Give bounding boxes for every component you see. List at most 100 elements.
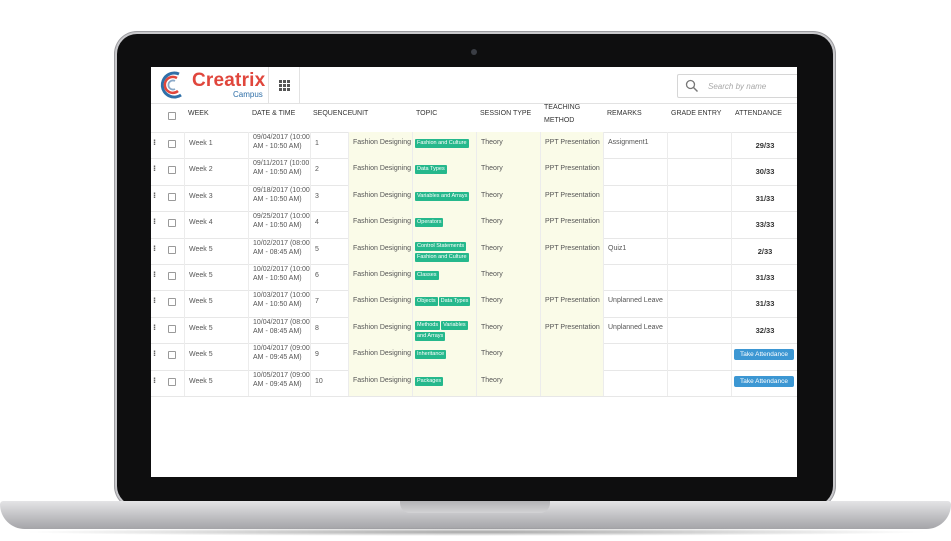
- table-row[interactable]: ⁝ Week 3 09/18/2017 (10:00 AM - 10:50 AM) 3 F…: [151, 184, 797, 213]
- table-row[interactable]: ⁝ Week 5 10/02/2017 (10:00 AM - 10:50 AM) 6 F…: [151, 264, 797, 292]
- session-type-value: Theory: [481, 297, 503, 305]
- unit-value: Fashion Designing: [353, 323, 411, 331]
- drag-handle-icon[interactable]: ⁝: [153, 191, 156, 200]
- header-session-type-label: SESSION TYPE: [480, 110, 532, 117]
- search-input[interactable]: [708, 78, 796, 94]
- header-grade-entry[interactable]: GRADE ENTRY: [667, 104, 731, 132]
- app-header: Creatrix Campus: [151, 67, 797, 104]
- topic-tag[interactable]: Data Types: [438, 297, 471, 307]
- drag-cell: ⁝: [151, 290, 165, 316]
- remarks-cell: Quiz1: [603, 237, 667, 264]
- topic-tag[interactable]: Variables and Arrays: [415, 191, 470, 201]
- attendance-count[interactable]: 30/33: [732, 167, 797, 176]
- header-sequence[interactable]: SEQUENCE: [310, 104, 352, 132]
- drag-handle-icon[interactable]: ⁝: [153, 270, 156, 279]
- week-cell: Week 5: [184, 316, 248, 344]
- row-checkbox[interactable]: [168, 324, 176, 333]
- header-topic-label: TOPIC: [416, 110, 438, 117]
- header-unit[interactable]: UNIT: [348, 104, 412, 132]
- topic-tag[interactable]: Objects: [415, 297, 438, 307]
- unit-value: Fashion Designing: [353, 218, 411, 226]
- date-time-line-2: AM - 08:45 AM): [253, 327, 302, 335]
- teaching-method-value: PPT Presentation: [545, 323, 600, 331]
- header-date-time[interactable]: DATE & TIME: [248, 104, 310, 132]
- unit-cell: Fashion Designing: [348, 158, 412, 185]
- search-icon[interactable]: [685, 79, 699, 93]
- row-checkbox[interactable]: [168, 272, 176, 280]
- row-checkbox[interactable]: [168, 192, 176, 201]
- topic-tag[interactable]: Variables: [441, 320, 468, 330]
- topic-tag[interactable]: Operators: [415, 218, 444, 228]
- unit-value: Fashion Designing: [353, 297, 411, 305]
- topic-tag[interactable]: Inheritance: [415, 350, 447, 360]
- header-attendance[interactable]: ATTENDANCE: [731, 104, 797, 132]
- attendance-count[interactable]: 2/33: [732, 247, 797, 256]
- table-row[interactable]: ⁝ Week 5 10/04/2017 (08:00 AM - 08:45 AM) 8 F…: [151, 316, 797, 345]
- date-cell: 10/04/2017 (09:00 AM - 09:45 AM): [248, 343, 310, 370]
- row-checkbox[interactable]: [168, 166, 176, 175]
- table-row[interactable]: ⁝ Week 4 09/25/2017 (10:00 AM - 10:50 AM) 4 F…: [151, 211, 797, 239]
- topic-tag[interactable]: Packages: [415, 376, 444, 386]
- header-session-type[interactable]: SESSION TYPE: [476, 104, 540, 132]
- table-row[interactable]: ⁝ Week 5 10/05/2017 (09:00 AM - 09:45 AM) 10…: [151, 369, 797, 397]
- header-date-time-label: DATE & TIME: [252, 110, 296, 117]
- brand-logo[interactable]: Creatrix Campus: [159, 70, 267, 100]
- select-all-checkbox[interactable]: [168, 112, 176, 120]
- take-attendance-button[interactable]: Take Attendance: [734, 349, 794, 361]
- drag-handle-icon[interactable]: ⁝: [153, 244, 156, 253]
- sequence-value: 5: [315, 245, 319, 253]
- table-row[interactable]: ⁝ Week 5 10/03/2017 (10:00 AM - 10:50 AM) 7 F…: [151, 290, 797, 318]
- take-attendance-button[interactable]: Take Attendance: [734, 375, 794, 387]
- session-type-value: Theory: [481, 376, 503, 384]
- attendance-count[interactable]: 29/33: [732, 141, 797, 150]
- table-row[interactable]: ⁝ Week 5 10/04/2017 (09:00 AM - 09:45 AM) 9 F…: [151, 343, 797, 371]
- drag-handle-icon[interactable]: ⁝: [153, 323, 156, 332]
- unit-cell: Fashion Designing: [348, 237, 412, 264]
- drag-handle-icon[interactable]: ⁝: [153, 376, 156, 385]
- laptop-base: [0, 501, 951, 529]
- topic-tag[interactable]: Fashion and Culture: [415, 139, 469, 148]
- header-remarks[interactable]: REMARKS: [603, 104, 667, 132]
- row-checkbox[interactable]: [168, 245, 176, 254]
- drag-handle-icon[interactable]: ⁝: [153, 138, 156, 147]
- laptop-base-notch: [400, 501, 550, 513]
- drag-cell: ⁝: [151, 317, 165, 343]
- topic-tag[interactable]: Methods: [415, 320, 441, 330]
- topic-tag[interactable]: Fashion and Culture: [415, 252, 469, 262]
- row-checkbox[interactable]: [168, 298, 176, 307]
- drag-handle-icon[interactable]: ⁝: [153, 296, 156, 305]
- check-cell: [165, 317, 184, 343]
- attendance-count[interactable]: 31/33: [732, 299, 797, 308]
- topic-tag[interactable]: and Arrays: [415, 331, 446, 341]
- session-cell: Theory: [476, 184, 540, 212]
- attendance-count[interactable]: 31/33: [732, 194, 797, 203]
- method-cell: PPT Presentation: [540, 158, 603, 185]
- drag-handle-icon[interactable]: ⁝: [153, 217, 156, 226]
- header-teaching-label: TEACHING: [544, 104, 581, 111]
- attendance-count[interactable]: 31/33: [732, 273, 797, 282]
- remarks-cell: Unplanned Leave: [603, 316, 667, 344]
- row-checkbox[interactable]: [168, 140, 176, 148]
- header-teaching-method[interactable]: TEACHING METHOD: [540, 104, 603, 132]
- row-checkbox[interactable]: [168, 219, 176, 228]
- attendance-count[interactable]: 33/33: [732, 220, 797, 229]
- topic-tag[interactable]: Data Types: [415, 165, 447, 175]
- drag-handle-icon[interactable]: ⁝: [153, 164, 156, 173]
- method-cell: PPT Presentation: [540, 237, 603, 264]
- row-checkbox[interactable]: [168, 377, 176, 386]
- sequence-value: 7: [315, 298, 319, 306]
- apps-grid-button[interactable]: [268, 67, 300, 103]
- unit-value: Fashion Designing: [353, 350, 411, 358]
- header-week[interactable]: WEEK: [184, 104, 248, 132]
- session-type-value: Theory: [481, 323, 503, 331]
- topic-tag[interactable]: Control Statements: [415, 241, 467, 251]
- table-row[interactable]: ⁝ Week 5 10/02/2017 (08:00 AM - 08:45 AM) 5 F…: [151, 237, 797, 265]
- attendance-count[interactable]: 32/33: [732, 326, 797, 335]
- drag-handle-icon[interactable]: ⁝: [153, 349, 156, 358]
- row-checkbox[interactable]: [168, 351, 176, 360]
- table-row[interactable]: ⁝ Week 2 09/11/2017 (10:00 AM - 10:50 AM) 2 F…: [151, 158, 797, 186]
- topic-tag[interactable]: Classes: [415, 271, 439, 280]
- header-topic[interactable]: TOPIC: [412, 104, 476, 132]
- attendance-cell: 29/33: [731, 132, 797, 159]
- table-row[interactable]: ⁝ Week 1 09/04/2017 (10:00 AM - 10:50 AM) 1 F…: [151, 132, 797, 160]
